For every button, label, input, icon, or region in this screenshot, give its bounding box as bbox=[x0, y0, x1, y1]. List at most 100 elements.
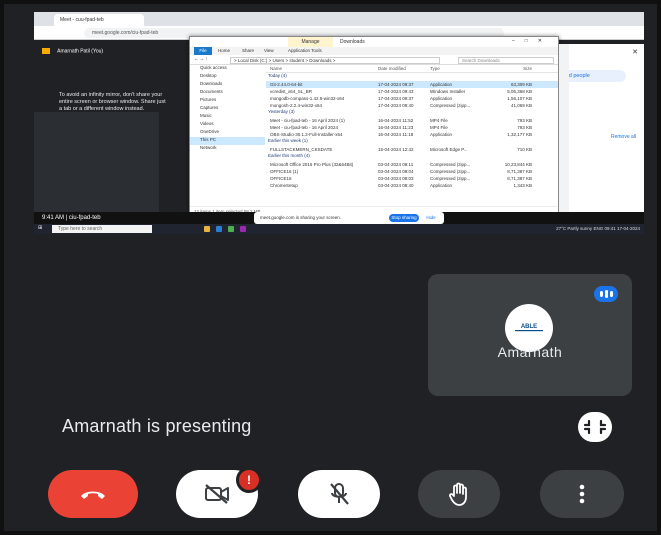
nav-item[interactable]: Music bbox=[190, 113, 265, 121]
file-date: 17-04-2024 09:40 bbox=[378, 103, 414, 108]
column-name[interactable]: Name bbox=[270, 66, 375, 71]
self-view-tile[interactable]: ABLE Amarnath bbox=[428, 274, 632, 396]
nav-item[interactable]: Desktop bbox=[190, 73, 265, 81]
shared-preview-thumbnail bbox=[34, 112, 159, 212]
raise-hand-button[interactable] bbox=[418, 470, 500, 518]
manage-tab[interactable]: Manage bbox=[288, 37, 333, 47]
file-name: OFFICE16 bbox=[270, 176, 292, 181]
file-size: 1,343 KB bbox=[513, 183, 532, 188]
screen-share-notification: meet.google.com is sharing your screen. … bbox=[254, 212, 444, 224]
file-date: 15-04-2024 12:42 bbox=[378, 147, 414, 152]
ribbon-tab-home[interactable]: Home bbox=[218, 48, 230, 53]
nav-item[interactable]: Quick access bbox=[190, 65, 265, 73]
file-name: Meet - ciu-fpad-teb - 16 April 2024 bbox=[270, 125, 339, 130]
file-row[interactable]: Microsoft Office 2016 Pro Plus (32&64Bit… bbox=[266, 161, 558, 168]
file-name: mongosh-2.2.4-win32-x64 bbox=[270, 103, 323, 108]
file-group-header[interactable]: Earlier this month (4) bbox=[266, 153, 558, 161]
nav-item[interactable]: Documents bbox=[190, 89, 265, 97]
explorer-title-bar: Manage Downloads –□✕ bbox=[190, 37, 558, 47]
file-size: 63,309 KB bbox=[510, 82, 532, 87]
share-message: meet.google.com is sharing your screen. bbox=[260, 215, 342, 220]
window-controls[interactable]: –□✕ bbox=[512, 38, 552, 44]
nav-item[interactable]: This PC bbox=[190, 137, 265, 145]
explorer-path-bar[interactable]: > Local Disk (C:) > Users > student > Do… bbox=[230, 57, 440, 64]
file-row[interactable]: OBS-Studio-30.1.2-Full-Installer-x64 16-0… bbox=[266, 131, 558, 138]
camera-alert-badge: ! bbox=[236, 467, 262, 493]
file-date: 03-04-2024 08:40 bbox=[378, 183, 414, 188]
file-size: 793 KB bbox=[517, 125, 532, 130]
edge-taskbar-icon[interactable] bbox=[216, 226, 222, 232]
file-name: OBS-Studio-30.1.2-Full-Installer-x64 bbox=[270, 132, 343, 137]
taskbar-search-input[interactable]: Type here to search bbox=[52, 225, 152, 233]
file-type: Application bbox=[430, 96, 453, 101]
ribbon-tab-application-tools[interactable]: Application Tools bbox=[288, 48, 322, 53]
file-group-header[interactable]: Yesterday (3) bbox=[266, 109, 558, 117]
file-group-header[interactable]: Today (4) bbox=[266, 73, 558, 81]
file-date: 16-04-2024 11:18 bbox=[378, 132, 414, 137]
explorer-search-input[interactable]: Search Downloads bbox=[458, 57, 554, 64]
column-type[interactable]: Type bbox=[430, 66, 486, 71]
stop-sharing-button[interactable]: Stop sharing bbox=[389, 214, 419, 222]
file-explorer-taskbar-icon[interactable] bbox=[204, 226, 210, 232]
file-name: ChromeSetup bbox=[270, 183, 298, 188]
column-size[interactable]: Size bbox=[492, 66, 532, 71]
nav-item[interactable]: Pictures bbox=[190, 97, 265, 105]
file-row[interactable]: OFFICE16 03-04-2024 08:03 Compressed (zipp… bbox=[266, 175, 558, 182]
ribbon-tab-view[interactable]: View bbox=[264, 48, 274, 53]
end-call-button[interactable] bbox=[48, 470, 138, 518]
browser-tab[interactable]: Meet - cuu-fpad-teb bbox=[54, 14, 144, 26]
chrome-taskbar-icon[interactable] bbox=[228, 226, 234, 232]
ribbon-tab-share[interactable]: Share bbox=[242, 48, 254, 53]
file-size: 1,56,107 KB bbox=[507, 96, 532, 101]
file-row[interactable]: Meet - ciu-fpad-teb - 16 April 2024 (1) 1… bbox=[266, 117, 558, 124]
avatar-logo: ABLE bbox=[511, 320, 547, 334]
ribbon-tab-file[interactable]: File bbox=[194, 47, 212, 55]
file-name: vcredist_x64_SL_BR bbox=[270, 89, 313, 94]
collapse-icon bbox=[583, 419, 607, 435]
file-type: Compressed (zipp... bbox=[430, 176, 471, 181]
file-type: MP4 File bbox=[430, 125, 448, 130]
file-date: 16-04-2024 11:52 bbox=[378, 118, 414, 123]
file-type: Microsoft Edge P... bbox=[430, 147, 468, 152]
people-panel-scrollbar[interactable] bbox=[559, 44, 569, 220]
file-name: Git-2.44.0-64-bit bbox=[270, 82, 303, 87]
file-row[interactable]: FULLSTACKMERN_CKSDATE 15-04-2024 12:42 Mic… bbox=[266, 146, 558, 153]
mic-toggle-button[interactable] bbox=[298, 470, 380, 518]
present-icon bbox=[42, 48, 50, 54]
explorer-address-row: ← → ↑ > Local Disk (C:) > Users > studen… bbox=[190, 55, 558, 65]
time-meeting-label: 9:41 AM | ciu-fpad-teb bbox=[42, 215, 101, 221]
file-row[interactable]: mongodb-compass-1.42.5-win32-x64 17-04-20… bbox=[266, 95, 558, 102]
shared-meet-header: Amarnath Patil (You) bbox=[34, 44, 164, 58]
nav-item[interactable]: OneDrive bbox=[190, 129, 265, 137]
nav-item[interactable]: Captures bbox=[190, 105, 265, 113]
nav-item[interactable]: Videos bbox=[190, 121, 265, 129]
more-vert-icon bbox=[579, 484, 585, 504]
file-row[interactable]: ChromeSetup 03-04-2024 08:40 Application 1,… bbox=[266, 182, 558, 189]
file-date: 03-04-2024 08:03 bbox=[378, 176, 414, 181]
file-date: 17-04-2024 09:37 bbox=[378, 96, 414, 101]
file-date: 03-04-2024 08:04 bbox=[378, 169, 414, 174]
file-size: 10,23,844 KB bbox=[504, 162, 532, 167]
nav-item[interactable]: Network bbox=[190, 145, 265, 153]
hide-button[interactable]: Hide bbox=[422, 214, 440, 222]
file-row[interactable]: Meet - ciu-fpad-teb - 16 April 2024 16-04… bbox=[266, 124, 558, 131]
file-row[interactable]: mongosh-2.2.4-win32-x64 17-04-2024 09:40 C… bbox=[266, 102, 558, 109]
app-taskbar-icon[interactable] bbox=[240, 226, 246, 232]
system-tray: 27°C Partly sunny ENG 09:41 17-04-2024 bbox=[556, 226, 640, 231]
file-list-header: Name Date modified Type Size bbox=[266, 65, 558, 73]
windows-start-icon[interactable]: ⊞ bbox=[38, 225, 42, 231]
nav-arrows-icon[interactable]: ← → ↑ bbox=[194, 56, 208, 61]
file-row[interactable]: OFFICE16 (1) 03-04-2024 08:04 Compressed (… bbox=[266, 168, 558, 175]
close-icon[interactable]: ✕ bbox=[632, 48, 638, 56]
file-row[interactable]: Git-2.44.0-64-bit 17-04-2024 09:37 Applica… bbox=[266, 81, 558, 88]
file-size: 1,32,177 KB bbox=[507, 132, 532, 137]
file-row[interactable]: vcredist_x64_SL_BR 17-04-2024 09:43 Window… bbox=[266, 88, 558, 95]
minimize-view-button[interactable] bbox=[578, 412, 612, 442]
infinity-mirror-warning: To avoid an infinity mirror, don't share… bbox=[59, 92, 166, 112]
shared-screen: Meet - cuu-fpad-teb meet.google.com/ciu-… bbox=[34, 12, 644, 234]
nav-item[interactable]: Downloads bbox=[190, 81, 265, 89]
file-group-header[interactable]: Earlier this week (1) bbox=[266, 138, 558, 146]
column-date[interactable]: Date modified bbox=[378, 66, 426, 71]
more-options-button[interactable] bbox=[540, 470, 624, 518]
file-date: 17-04-2024 09:43 bbox=[378, 89, 414, 94]
